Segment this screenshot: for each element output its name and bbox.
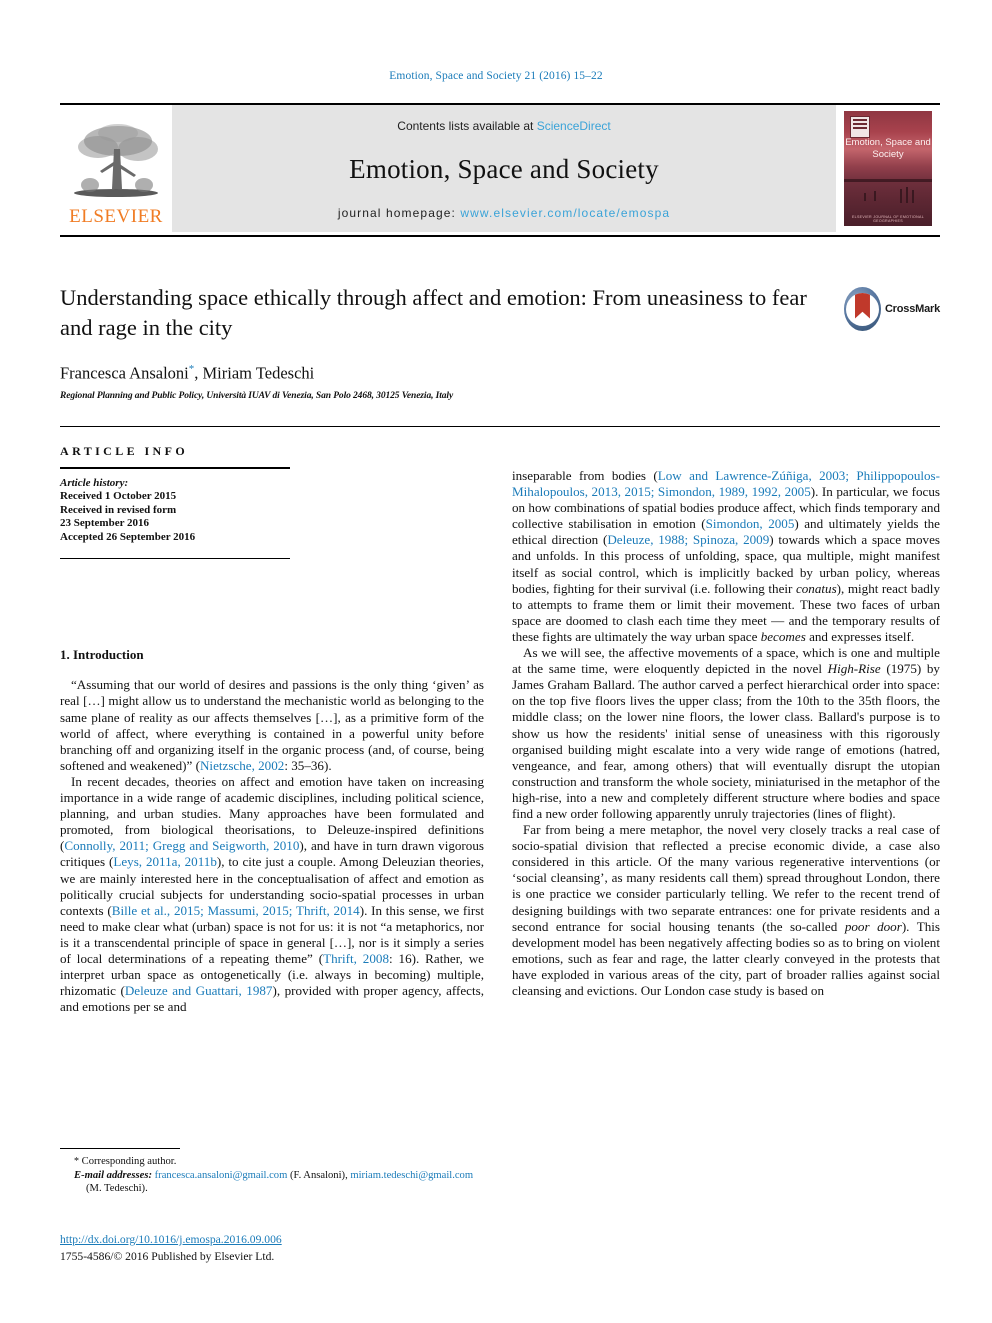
body-text: and expresses itself. <box>805 628 915 644</box>
copyright-line: 1755-4586/© 2016 Published by Elsevier L… <box>60 1250 275 1263</box>
page-title: Understanding space ethically through af… <box>60 285 807 340</box>
author-affiliation: Regional Planning and Public Policy, Uni… <box>60 390 454 401</box>
footnote-block: * Corresponding author. E-mail addresses… <box>60 1148 484 1196</box>
body-top-rule <box>60 426 940 427</box>
homepage-url-link[interactable]: www.elsevier.com/locate/emospa <box>460 206 670 220</box>
right-column: inseparable from bodies (Low and Lawrenc… <box>512 468 940 999</box>
title-block: Understanding space ethically through af… <box>60 283 830 401</box>
crossmark-label: CrossMark <box>884 303 940 315</box>
citation-link[interactable]: Connolly, 2011; Gregg and Seigworth, 201… <box>64 838 299 853</box>
author-secondary: , Miriam Tedeschi <box>194 363 315 383</box>
article-info-heading: ARTICLE INFO <box>60 444 189 458</box>
journal-title: Emotion, Space and Society <box>349 154 659 184</box>
elsevier-logo: ELSEVIER <box>60 105 172 232</box>
citation-link[interactable]: Deleuze, 1988; Spinoza, 2009 <box>607 532 769 547</box>
cover-footer-text: ELSEVIER JOURNAL OF EMOTIONAL GEOGRAPHIE… <box>851 215 925 223</box>
elsevier-wordmark: ELSEVIER <box>69 206 163 227</box>
p-inseparable: inseparable from bodies (Low and Lawrenc… <box>512 468 940 645</box>
article-history-line: Received 1 October 2015 <box>60 490 177 502</box>
body-text: Far from being a mere metaphor, the nove… <box>512 822 940 934</box>
p-far-from-being: Far from being a mere metaphor, the nove… <box>512 822 940 999</box>
contents-prefix: Contents lists available at <box>397 119 537 133</box>
email-link-tedeschi[interactable]: miriam.tedeschi@gmail.com <box>350 1170 473 1181</box>
right-column-text: inseparable from bodies (Low and Lawrenc… <box>512 468 940 999</box>
cover-figure <box>912 190 914 203</box>
emphasis-text: High-Rise <box>827 661 881 677</box>
masthead-center: Contents lists available at ScienceDirec… <box>172 105 836 232</box>
email-owner-ansaloni: (F. Ansaloni), <box>287 1169 351 1181</box>
body-text: (1975) by James Graham Ballard. The auth… <box>512 661 940 821</box>
citation-link[interactable]: Deleuze and Guattari, 1987 <box>125 983 273 998</box>
cover-figure <box>900 189 902 203</box>
journal-homepage-line: journal homepage: www.elsevier.com/locat… <box>338 206 670 220</box>
doi-link[interactable]: http://dx.doi.org/10.1016/j.emospa.2016.… <box>60 1232 484 1247</box>
article-history-line: Received in revised form <box>60 503 177 516</box>
author-primary: Francesca Ansaloni <box>60 363 189 383</box>
crossmark-badge[interactable]: CrossMark <box>844 283 940 335</box>
p-nietzsche-quote: “Assuming that our world of desires and … <box>60 677 484 774</box>
citation-link[interactable]: Bille et al., 2015; Massumi, 2015; Thrif… <box>112 903 360 918</box>
p-recent-decades: In recent decades, theories on affect an… <box>60 774 484 1015</box>
email-link-ansaloni[interactable]: francesca.ansaloni@gmail.com <box>155 1170 288 1181</box>
citation-link[interactable]: Thrift, 2008 <box>323 951 389 966</box>
email-owner-tedeschi: (M. Tedeschi). <box>86 1183 148 1194</box>
citation-link[interactable]: Simondon, 2005 <box>706 516 795 531</box>
article-history-line: 23 September 2016 <box>60 517 150 530</box>
running-head: Emotion, Space and Society 21 (2016) 15–… <box>389 70 603 82</box>
footnote-emails: E-mail addresses: francesca.ansaloni@gma… <box>60 1169 484 1196</box>
article-history-label: Article history: <box>60 477 129 489</box>
homepage-prefix: journal homepage: <box>337 206 461 220</box>
journal-masthead: ELSEVIER Contents lists available at Sci… <box>60 103 940 237</box>
left-column: ARTICLE INFO Article history: Received 1… <box>60 444 484 1015</box>
footnote-corresponding-text: Corresponding author. <box>81 1156 177 1167</box>
cover-image: Emotion, Space and Society ELSEVIER JOUR… <box>844 111 932 226</box>
emphasis-text: poor door <box>844 918 902 934</box>
footnote-rule <box>60 1148 180 1149</box>
elsevier-tree-icon <box>74 124 158 197</box>
contents-list-line: Contents lists available at ScienceDirec… <box>397 119 610 133</box>
asterisk-icon: * <box>74 1156 79 1167</box>
email-addresses-label: E-mail addresses: <box>74 1169 152 1181</box>
journal-cover-thumbnail[interactable]: Emotion, Space and Society ELSEVIER JOUR… <box>836 105 940 232</box>
footer-doi-block: http://dx.doi.org/10.1016/j.emospa.2016.… <box>60 1232 484 1265</box>
footnote-corresponding-author: * Corresponding author. <box>60 1155 484 1169</box>
left-column-text: “Assuming that our world of desires and … <box>60 677 484 1015</box>
article-info-rule <box>60 467 290 469</box>
cover-figure <box>864 193 866 201</box>
cover-title-text: Emotion, Space and Society <box>845 137 931 160</box>
body-text: inseparable from bodies ( <box>512 468 658 483</box>
author-list: Francesca Ansaloni*, Miriam Tedeschi <box>60 363 830 384</box>
emphasis-text: conatus <box>795 580 837 596</box>
crossmark-icon <box>844 287 881 331</box>
cover-horizon-line <box>844 179 932 182</box>
citation-link[interactable]: Leys, 2011a, 2011b <box>113 854 217 869</box>
body-text: : 35–36). <box>284 757 332 773</box>
sciencedirect-link[interactable]: ScienceDirect <box>537 119 611 133</box>
cover-badge-icon <box>850 116 870 138</box>
p-as-we-will-see: As we will see, the affective movements … <box>512 645 940 822</box>
citation-link[interactable]: Nietzsche, 2002 <box>200 758 284 773</box>
section-heading-introduction: 1. Introduction <box>60 647 144 663</box>
cover-figure <box>874 191 876 201</box>
paper-page: Emotion, Space and Society 21 (2016) 15–… <box>0 0 992 1323</box>
cover-figure <box>906 187 908 203</box>
emphasis-text: becomes <box>760 628 806 644</box>
article-history-line: Accepted 26 September 2016 <box>60 530 196 543</box>
